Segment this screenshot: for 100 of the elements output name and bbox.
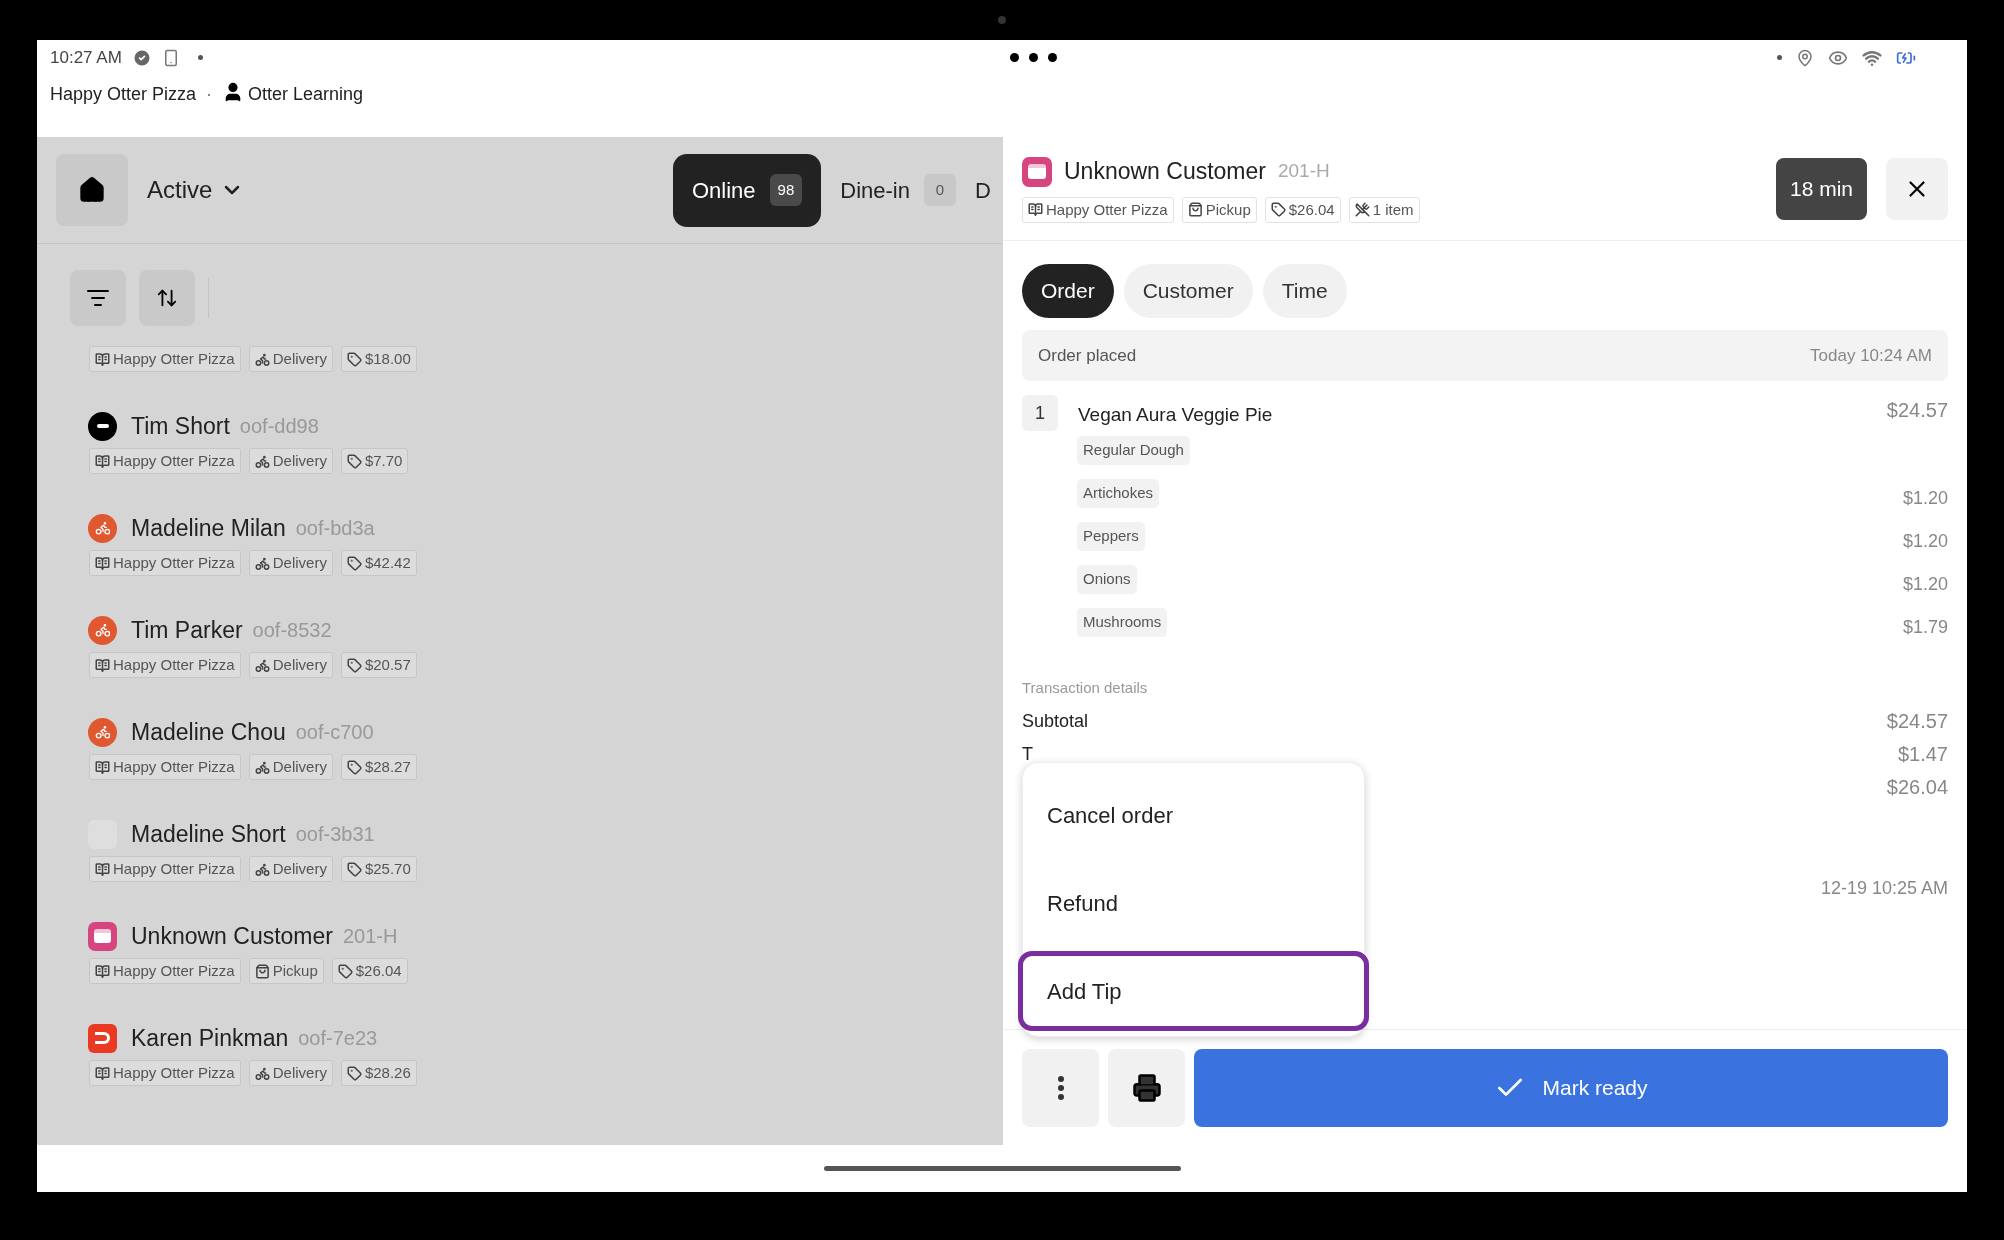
order-tag: Delivery: [248, 652, 333, 678]
sort-button[interactable]: [139, 270, 195, 326]
bike-icon: [254, 351, 270, 367]
order-tag: $20.57: [340, 652, 417, 678]
card-logo-icon: [1022, 156, 1052, 187]
customer-name: Madeline Short: [131, 819, 286, 849]
modifier-price: $1.20: [1902, 487, 1948, 510]
status-filter-dropdown[interactable]: Active: [147, 172, 245, 208]
close-button[interactable]: [1886, 157, 1948, 220]
order-list-item[interactable]: Madeline Chou oof-c700 Happy Otter Pizza Delivery $28.27: [89, 716, 1003, 780]
book-icon: [95, 759, 110, 775]
order-tag: Delivery: [248, 448, 333, 474]
order-list-item[interactable]: Madeline Short oof-3b31 Happy Otter Pizza Delivery $25.70: [89, 818, 1003, 882]
book-icon: [95, 963, 110, 979]
order-tag: $7.70: [340, 448, 409, 474]
menu-item[interactable]: Add Tip: [1018, 951, 1369, 1031]
transaction-value: $24.57: [1886, 709, 1948, 734]
transaction-label: T: [1022, 742, 1033, 766]
tag-icon: [346, 657, 362, 673]
order-tag: Happy Otter Pizza: [1022, 196, 1174, 223]
order-tag: Happy Otter Pizza: [89, 856, 241, 882]
order-list-item[interactable]: Madeline Milan oof-bd3a Happy Otter Pizza Delivery $42.42: [89, 512, 1003, 576]
order-placed-time: Today 10:24 AM: [1810, 344, 1932, 367]
bike-icon: [254, 555, 270, 571]
book-icon: [95, 861, 110, 877]
home-button[interactable]: [56, 154, 128, 226]
order-tag: $26.04: [331, 958, 408, 984]
menu-item[interactable]: Refund: [1023, 863, 1364, 943]
order-list-item[interactable]: Tim Short oof-dd98 Happy Otter Pizza Delivery $7.70: [89, 410, 1003, 474]
modifier-price: $1.20: [1902, 573, 1948, 596]
channel-tab[interactable]: Online 98: [673, 153, 822, 227]
location-pin-icon: [1796, 48, 1814, 67]
order-code: oof-7e23: [298, 1026, 378, 1051]
check-circle-icon: [131, 47, 152, 68]
book-icon: [95, 657, 110, 673]
order-tag: Delivery: [248, 550, 333, 576]
detail-tab[interactable]: Customer: [1123, 264, 1253, 318]
courier-logo-icon: [88, 411, 117, 441]
tag-icon: [346, 453, 362, 469]
order-tag: Delivery: [248, 1060, 333, 1086]
order-tag: $28.27: [340, 754, 417, 780]
mark-ready-button[interactable]: Mark ready: [1194, 1048, 1948, 1127]
customer-name: Madeline Chou: [131, 717, 286, 747]
item-price: $24.57: [1886, 398, 1948, 423]
separator-dot: ·: [206, 83, 213, 106]
detail-tab[interactable]: Order: [1022, 264, 1114, 318]
tag-icon: [1270, 202, 1286, 218]
order-list-item[interactable]: Tim Parker oof-8532 Happy Otter Pizza Delivery $20.57: [89, 614, 1003, 678]
book-icon: [95, 351, 110, 367]
order-list-item[interactable]: Happy Otter Pizza Delivery $18.00: [89, 346, 1003, 372]
order-code: oof-3b31: [295, 822, 375, 847]
count-badge: 98: [769, 174, 803, 206]
transaction-value: $1.47: [1897, 742, 1948, 767]
modifier-price: $1.79: [1902, 616, 1948, 639]
bike-logo-icon: [88, 717, 117, 747]
order-code: oof-c700: [295, 720, 374, 745]
bike-logo-icon: [88, 513, 117, 543]
book-icon: [95, 453, 110, 469]
order-list-item[interactable]: Karen Pinkman oof-7e23 Happy Otter Pizza Delivery $28.26: [89, 1022, 1003, 1086]
more-dots-icon: [1010, 53, 1057, 62]
order-tag: Delivery: [248, 346, 333, 372]
modifier-chip: Onions: [1077, 565, 1137, 594]
tag-icon: [346, 351, 362, 367]
customer-name: Madeline Milan: [131, 513, 286, 543]
bike-icon: [254, 453, 270, 469]
order-tag: Delivery: [248, 754, 333, 780]
order-tag: Pickup: [1181, 196, 1257, 223]
channel-tab[interactable]: D: [975, 153, 991, 227]
order-tag: Happy Otter Pizza: [89, 1060, 241, 1086]
order-tag: $26.04: [1264, 196, 1341, 223]
menu-item[interactable]: Cancel order: [1023, 775, 1364, 855]
filter-button[interactable]: [70, 270, 126, 326]
book-icon: [95, 1065, 110, 1081]
print-button[interactable]: [1108, 1048, 1185, 1127]
order-code: 201-H: [1277, 159, 1330, 184]
bike-logo-icon: [88, 615, 117, 645]
order-tag: $42.42: [340, 550, 417, 576]
dash-logo-icon: [88, 1023, 117, 1053]
order-tag: $28.26: [340, 1060, 417, 1086]
order-code: oof-8532: [252, 618, 332, 643]
clock-time: 10:27 AM: [50, 46, 122, 69]
detail-tab[interactable]: Time: [1262, 264, 1347, 318]
channel-tab[interactable]: Dine-in 0: [840, 153, 956, 227]
transaction-title: Transaction details: [1022, 678, 1149, 698]
modifier-chip: Mushrooms: [1077, 608, 1168, 637]
modifier-chip: Regular Dough: [1077, 436, 1190, 465]
order-code: 201-H: [342, 924, 398, 949]
modifier-chip: Artichokes: [1077, 479, 1160, 508]
tag-icon: [337, 963, 353, 979]
order-tag: Pickup: [248, 958, 324, 984]
transaction-label: Subtotal: [1022, 709, 1089, 733]
order-list-item[interactable]: Unknown Customer 201-H Happy Otter Pizza Pickup $26.04: [89, 920, 1003, 984]
bike-icon: [254, 657, 270, 673]
order-tag: Happy Otter Pizza: [89, 346, 241, 372]
bike-icon: [254, 1065, 270, 1081]
customer-name: Unknown Customer: [131, 921, 333, 951]
tag-icon: [346, 861, 362, 877]
printer-icon: [1131, 1072, 1162, 1103]
transaction-value: $26.04: [1886, 775, 1948, 800]
customer-name: Karen Pinkman: [131, 1023, 289, 1053]
